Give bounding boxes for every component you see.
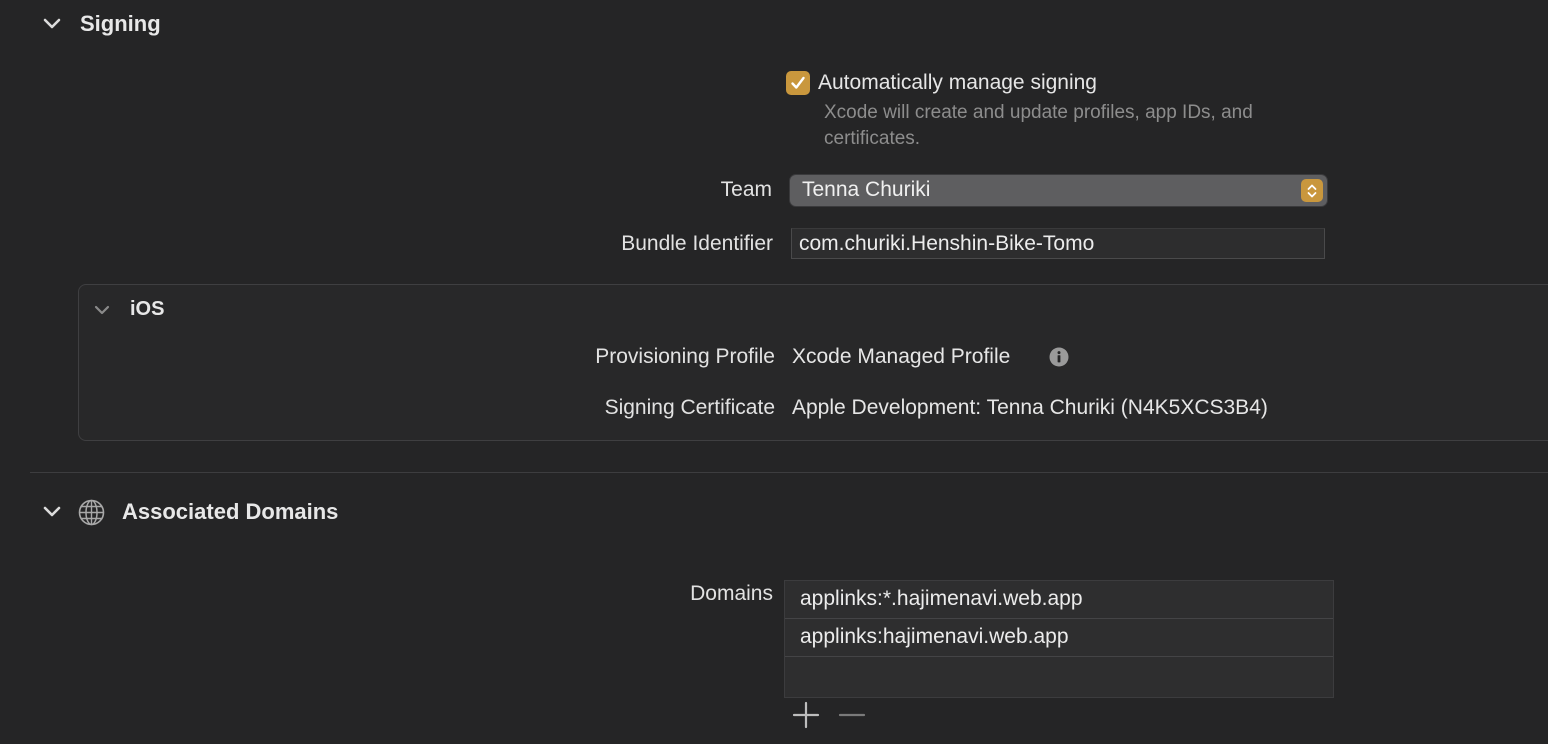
provisioning-profile-value: Xcode Managed Profile (792, 345, 1011, 368)
chevron-down-icon (43, 506, 61, 517)
auto-manage-signing-checkbox[interactable] (786, 71, 810, 95)
chevron-down-icon (43, 18, 61, 29)
associated-domains-disclosure-chevron[interactable] (41, 501, 63, 523)
team-label: Team (720, 178, 772, 201)
associated-domains-section-title: Associated Domains (122, 499, 339, 524)
signing-section-title: Signing (80, 11, 161, 36)
ios-disclosure-chevron[interactable] (91, 299, 113, 321)
ios-group-title: iOS (130, 298, 165, 320)
chevron-down-icon (94, 305, 110, 315)
domain-value: applinks:*.hajimenavi.web.app (800, 587, 1083, 610)
team-popup-value: Tenna Churiki (802, 178, 931, 201)
signing-disclosure-chevron[interactable] (41, 13, 63, 35)
plus-icon (792, 701, 820, 729)
domains-table: applinks:*.hajimenavi.web.app applinks:h… (784, 580, 1334, 698)
add-domain-button[interactable] (791, 700, 821, 730)
checkmark-icon (791, 76, 805, 89)
bundle-identifier-value: com.churiki.Henshin-Bike-Tomo (799, 232, 1095, 255)
auto-manage-signing-label[interactable]: Automatically manage signing (818, 69, 1097, 97)
domain-value: applinks:hajimenavi.web.app (800, 625, 1069, 648)
bundle-identifier-field[interactable]: com.churiki.Henshin-Bike-Tomo (791, 228, 1325, 259)
domain-row[interactable]: applinks:*.hajimenavi.web.app (785, 581, 1333, 619)
info-icon[interactable] (1049, 347, 1069, 367)
auto-manage-signing-hint: Xcode will create and update profiles, a… (824, 102, 1253, 149)
domain-row[interactable]: applinks:hajimenavi.web.app (785, 619, 1333, 657)
domain-row-empty[interactable] (785, 657, 1333, 697)
provisioning-profile-label: Provisioning Profile (595, 345, 775, 368)
minus-icon (838, 713, 866, 717)
signing-certificate-value: Apple Development: Tenna Churiki (N4K5XC… (792, 396, 1268, 419)
signing-certificate-label: Signing Certificate (604, 396, 775, 419)
globe-icon (78, 499, 105, 526)
section-divider (30, 472, 1548, 473)
updown-arrows-icon (1301, 179, 1323, 202)
remove-domain-button[interactable] (837, 700, 867, 730)
domains-label: Domains (690, 582, 773, 605)
bundle-identifier-label: Bundle Identifier (621, 232, 773, 255)
team-popup-button[interactable]: Tenna Churiki (790, 175, 1327, 206)
